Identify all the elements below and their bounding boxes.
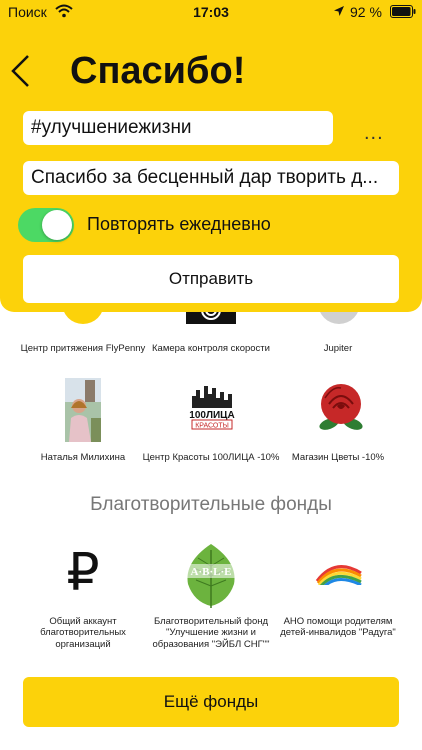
partner-logo-100lica[interactable]: 100ЛИЦА КРАСОТЫ bbox=[188, 382, 236, 430]
battery-percent: 92 % bbox=[350, 4, 382, 20]
charity-logo-raduga[interactable] bbox=[313, 559, 365, 589]
send-button[interactable]: Отправить bbox=[23, 255, 399, 303]
logo-100-top-text: 100ЛИЦА bbox=[189, 410, 234, 421]
battery-icon bbox=[390, 5, 416, 18]
page-title: Спасибо! bbox=[70, 50, 246, 92]
back-chevron-icon[interactable] bbox=[8, 54, 34, 88]
logo-100-bottom-text: КРАСОТЫ bbox=[195, 423, 229, 430]
toggle-knob bbox=[42, 210, 72, 240]
charity-name[interactable]: Общий аккаунт благотворительных организа… bbox=[13, 616, 153, 650]
compose-panel: Спасибо! #улучшениежизни ... Спасибо за … bbox=[0, 24, 422, 312]
partner-name[interactable]: Магазин Цветы -10% bbox=[268, 452, 408, 463]
status-bar: Поиск 17:03 92 % bbox=[0, 0, 422, 24]
hashtag-input[interactable]: #улучшениежизни bbox=[23, 111, 333, 145]
able-logo-text: A·B·L·E bbox=[191, 566, 232, 578]
partner-name[interactable]: Камера контроля скорости bbox=[141, 343, 281, 354]
repeat-daily-toggle[interactable] bbox=[18, 208, 74, 242]
partner-photo-milikhina[interactable] bbox=[65, 378, 101, 442]
partner-logo-flower-shop[interactable] bbox=[311, 378, 371, 434]
location-arrow-icon bbox=[334, 6, 344, 16]
charity-section-title: Благотворительные фонды bbox=[90, 494, 332, 515]
partner-name[interactable]: Центр притяжения FlyPenny bbox=[13, 343, 153, 354]
message-input[interactable]: Спасибо за бесценный дар творить д... bbox=[23, 161, 399, 195]
partner-name[interactable]: Центр Красоты 100ЛИЦА -10% bbox=[141, 452, 281, 463]
charity-name[interactable]: Благотворительный фонд "Улучшение жизни … bbox=[141, 616, 281, 650]
charity-logo-able[interactable]: A·B·L·E bbox=[176, 542, 246, 610]
repeat-daily-label: Повторять ежедневно bbox=[87, 214, 271, 234]
charity-logo-ruble[interactable]: ₽ bbox=[60, 545, 106, 601]
more-funds-button[interactable]: Ещё фонды bbox=[23, 677, 399, 727]
more-button[interactable]: ... bbox=[364, 122, 384, 145]
charity-name[interactable]: АНО помощи родителям детей-инвалидов "Ра… bbox=[268, 616, 408, 639]
partner-name[interactable]: Наталья Милихина bbox=[13, 452, 153, 463]
partner-name[interactable]: Jupiter bbox=[268, 343, 408, 354]
